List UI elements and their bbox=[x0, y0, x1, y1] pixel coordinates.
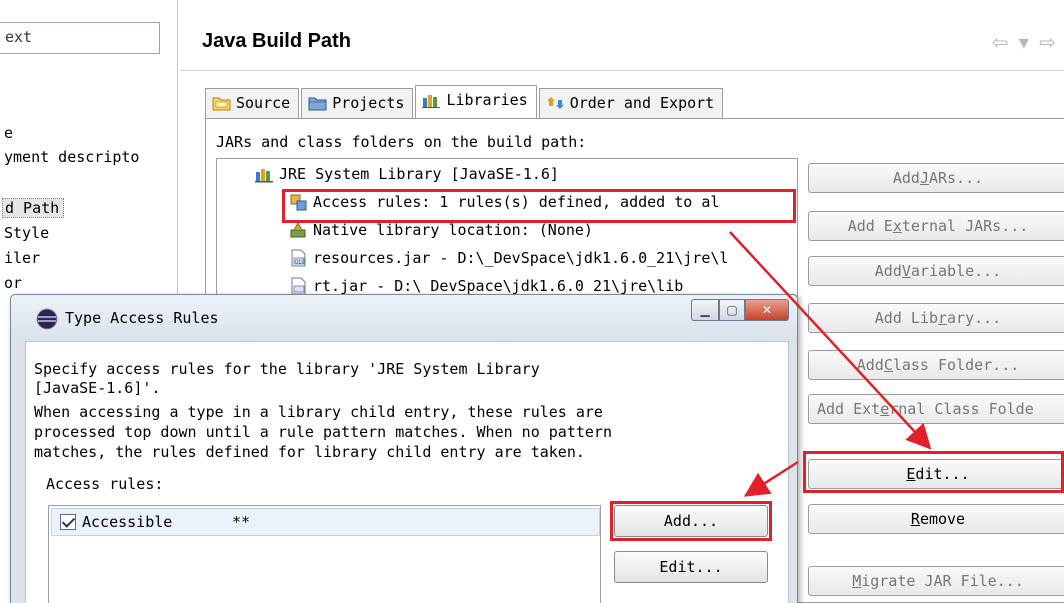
add-external-class-folder-button[interactable]: Add Ext e rnal Class Folde bbox=[808, 394, 1064, 424]
sidebar-item[interactable]: e bbox=[4, 124, 13, 142]
add-jars-button[interactable]: Add J ARs... bbox=[808, 163, 1064, 193]
sidebar-item[interactable]: Style bbox=[4, 224, 49, 242]
remove-button[interactable]: Remove bbox=[808, 504, 1064, 534]
add-variable-button[interactable]: Add Variable... bbox=[808, 256, 1064, 286]
dialog-title: Type Access Rules bbox=[65, 309, 219, 327]
rule-kind: Accessible bbox=[82, 513, 173, 531]
rule-checkbox[interactable] bbox=[60, 514, 76, 530]
minimize-button[interactable]: ▁ bbox=[691, 299, 719, 321]
dialog-description-line: processed top down until a rule pattern … bbox=[34, 423, 612, 441]
tree-item-label: resources.jar - D:\_DevSpace\jdk1.6.0_21… bbox=[313, 249, 729, 267]
native-library-icon bbox=[289, 221, 309, 239]
add-button-highlight bbox=[610, 501, 772, 541]
tree-item-resources-jar[interactable]: 010 resources.jar - D:\_DevSpace\jdk1.6.… bbox=[289, 249, 728, 267]
access-rules-label: Access rules: bbox=[46, 475, 164, 493]
tab-source[interactable]: Source bbox=[205, 88, 300, 118]
tab-libraries[interactable]: Libraries bbox=[415, 85, 537, 119]
tree-item-rt-jar[interactable]: rt.jar - D:\_DevSpace\jdk1.6.0_21\jre\li… bbox=[289, 277, 683, 295]
library-icon bbox=[255, 165, 275, 183]
tab-label: Source bbox=[236, 94, 291, 112]
build-path-label: JARs and class folders on the build path… bbox=[216, 133, 587, 151]
sidebar-item[interactable]: iler bbox=[4, 249, 40, 267]
tab-bar: Source Projects Libraries Order and Expo… bbox=[205, 85, 725, 119]
libraries-tree[interactable]: JRE System Library [JavaSE-1.6] Access r… bbox=[216, 158, 798, 308]
jar-icon: 010 bbox=[289, 249, 309, 267]
page-title: Java Build Path bbox=[202, 30, 351, 52]
tab-label: Libraries bbox=[446, 91, 528, 109]
order-export-icon bbox=[546, 95, 566, 111]
tree-item-jre-library[interactable]: JRE System Library [JavaSE-1.6] bbox=[255, 165, 559, 183]
dialog-description-line: [JavaSE-1.6]'. bbox=[34, 379, 161, 397]
jar-icon bbox=[289, 277, 309, 295]
close-icon: ✕ bbox=[761, 303, 773, 317]
add-class-folder-button[interactable]: Add Class Folder... bbox=[808, 350, 1064, 380]
eclipse-icon bbox=[35, 307, 59, 331]
window-controls: ▁ ▢ ✕ bbox=[691, 299, 789, 321]
edit-button-highlight bbox=[803, 451, 1064, 493]
access-rules-list[interactable]: Accessible ** bbox=[48, 505, 601, 603]
dialog-description-line: When accessing a type in a library child… bbox=[34, 403, 603, 421]
svg-text:010: 010 bbox=[295, 260, 305, 266]
dialog-titlebar[interactable]: Type Access Rules ▁ ▢ ✕ bbox=[11, 295, 797, 341]
close-button[interactable]: ✕ bbox=[745, 299, 789, 321]
migrate-jar-file-button[interactable]: Migrate JAR File... bbox=[808, 566, 1064, 596]
minimize-icon: ▁ bbox=[700, 303, 710, 317]
sidebar-item[interactable]: or bbox=[4, 274, 22, 292]
tree-item-label: JRE System Library [JavaSE-1.6] bbox=[279, 165, 559, 183]
library-icon bbox=[422, 92, 442, 108]
maximize-button[interactable]: ▢ bbox=[719, 299, 745, 321]
sidebar-item[interactable]: yment descripto bbox=[4, 148, 139, 166]
add-library-button[interactable]: Add Lib r ary... bbox=[808, 303, 1064, 333]
table-row[interactable]: Accessible ** bbox=[51, 508, 600, 536]
dialog-description-line: matches, the rules defined for library c… bbox=[34, 443, 585, 461]
tree-item-label: rt.jar - D:\_DevSpace\jdk1.6.0_21\jre\li… bbox=[313, 277, 684, 295]
maximize-icon: ▢ bbox=[726, 303, 738, 317]
tab-order-and-export[interactable]: Order and Export bbox=[538, 88, 724, 118]
add-external-jars-button[interactable]: Add Ex ternal JARs... bbox=[808, 211, 1064, 241]
dialog-description-line: Specify access rules for the library 'JR… bbox=[34, 360, 540, 378]
tab-label: Projects bbox=[332, 94, 405, 112]
filter-input[interactable]: ext bbox=[0, 22, 160, 54]
tree-item-label: Native library location: (None) bbox=[313, 221, 593, 239]
header-divider bbox=[180, 70, 1064, 71]
access-rules-highlight bbox=[282, 189, 796, 223]
history-nav-icon[interactable]: ⇦ ▾ ⇨ bbox=[992, 30, 1058, 54]
project-folder-icon bbox=[308, 95, 328, 111]
rule-pattern: ** bbox=[232, 513, 251, 531]
source-folder-icon bbox=[212, 95, 232, 111]
tab-projects[interactable]: Projects bbox=[301, 88, 414, 118]
edit-rule-button[interactable]: Edit... bbox=[614, 551, 768, 583]
tree-item-native-library[interactable]: Native library location: (None) bbox=[289, 221, 593, 239]
tab-label: Order and Export bbox=[569, 94, 715, 112]
sidebar-item-build-path[interactable]: d Path bbox=[2, 198, 65, 218]
